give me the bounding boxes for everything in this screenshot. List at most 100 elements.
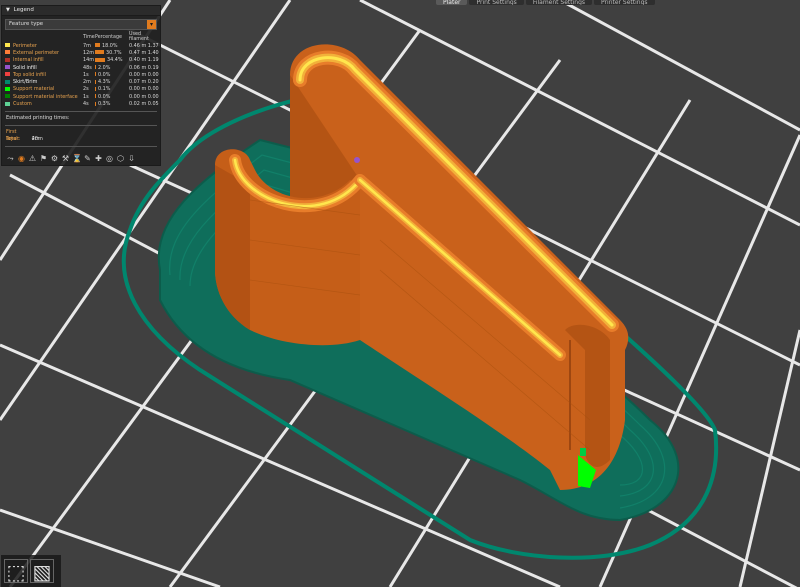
legend-row-percentage: 34.4% [95,57,129,64]
view-type-value: Feature type [9,21,44,27]
tab-printer-settings[interactable]: Printer Settings [594,0,655,5]
legend-row-name: Support material interface [5,93,83,100]
retractions-icon[interactable]: ⚠ [28,154,37,163]
percentage-value: 0.3% [98,101,111,108]
legend-row[interactable]: Solid infill 48s 2.0% 0.06 m 0.19 g [5,64,159,71]
legend-row[interactable]: Skirt/Brim 2m 4.3% 0.07 m 0.20 g [5,78,159,85]
filament-weight: 0.05 g [147,101,159,108]
color-swatch [5,72,10,77]
filament-length: 0.47 m [129,49,147,56]
legend-row-percentage: 0.1% [95,86,129,93]
legend-row-percentage: 30.7% [95,49,129,56]
legend-row-time: 14m [83,57,94,64]
deretractions-icon[interactable]: ⚑ [39,154,48,163]
percentage-value: 30.7% [106,49,122,56]
cube-solid-icon[interactable]: ▧ [30,559,54,584]
color-changes-icon[interactable]: ⌛ [72,154,82,163]
legend-row-name: Skirt/Brim [5,78,83,85]
tab-plater[interactable]: Plater [436,0,468,5]
feature-name: Support material [13,86,55,93]
pause-prints-icon[interactable]: ✎ [83,154,92,163]
filament-length: 0.00 m [129,86,147,93]
percentage-bar [95,94,96,99]
filament-weight: 0.20 g [147,79,159,86]
legend-row[interactable]: Perimeter 7m 18.0% 0.46 m 1.37 g [5,42,159,49]
color-swatch [5,43,10,48]
tab-print-settings[interactable]: Print Settings [469,0,524,5]
color-swatch [5,86,10,91]
filament-weight: 1.40 g [147,49,159,56]
legend-row-percentage: 4.3% [95,78,129,85]
percentage-bar [95,86,96,91]
custom-gcodes-icon[interactable]: ✚ [94,154,103,163]
legend-row-filament: 0.07 m 0.20 g [129,78,159,85]
tab-filament-settings[interactable]: Filament Settings [525,0,593,5]
legend-row-name: Perimeter [5,42,83,49]
filament-weight: 1.37 g [147,42,159,49]
legend-row[interactable]: Custom 4s 0.3% 0.02 m 0.05 g [5,100,159,107]
legend-row[interactable]: Top solid infill 1s 0.0% 0.00 m 0.00 g [5,71,159,78]
view-cube-panel: ⬚ ▧ [1,555,61,587]
legend-toolbar: ⤳ ◉ ⚠ ⚑ ⚙ ⚒ ⌛ ✎ ✚ ◎ ⬡ ⇩ [2,150,160,163]
feature-name: Support material interface [13,93,78,100]
legend-row-filament: 0.46 m 1.37 g [129,42,159,49]
legend-row-time: 12m [83,49,94,56]
percentage-value: 4.3% [98,79,111,86]
color-swatch [5,65,10,70]
legend-row-time: 1s [83,93,89,100]
shells-icon[interactable]: ⬡ [116,154,125,163]
tool-changes-icon[interactable]: ⚒ [61,154,70,163]
legend-row-percentage: 0.0% [95,93,129,100]
legend-row-time: 48s [83,64,92,71]
total-label: Total: [6,135,20,142]
center-of-gravity-icon[interactable]: ◎ [105,154,114,163]
estimated-times-label: Estimated printing times: [6,114,70,121]
wipe-icon[interactable]: ◉ [17,154,26,163]
dropdown-arrow-icon[interactable]: ▾ [147,20,156,29]
filament-length: 0.07 m [129,79,147,86]
percentage-bar [95,43,100,48]
legend-row-name: Custom [5,100,83,107]
legend-row-filament: 0.06 m 0.19 g [129,64,159,71]
legend-row-time: 1s [83,71,89,78]
legend-row-percentage: 18.0% [95,42,129,49]
percentage-value: 2.0% [98,64,111,71]
percentage-value: 0.0% [98,93,111,100]
collapse-triangle-icon[interactable]: ▼ [6,7,10,13]
legend-divider [5,124,157,126]
filament-weight: 1.19 g [147,57,159,64]
feature-name: Top solid infill [13,71,46,78]
color-swatch [5,79,10,84]
legend-row-percentage: 2.0% [95,64,129,71]
legend-title: Legend [13,7,34,13]
filament-length: 0.00 m [129,71,147,78]
percentage-bar [95,72,96,77]
feature-name: Custom [13,101,32,108]
feature-name: Solid infill [13,64,37,71]
cube-wire-icon[interactable]: ⬚ [4,559,28,584]
percentage-bar [95,65,96,70]
travel-icon[interactable]: ⤳ [6,154,15,163]
legend-row-time: 7m [83,42,91,49]
color-swatch [5,94,10,99]
tool-marker-icon[interactable]: ⇩ [127,154,136,163]
legend-row-filament: 0.00 m 0.00 g [129,71,159,78]
legend-row[interactable]: Support material interface 1s 0.0% 0.00 m 0… [5,93,159,100]
legend-row-name: Top solid infill [5,71,83,78]
legend-divider [5,110,157,112]
legend-divider [5,145,157,147]
percentage-bar [95,79,96,84]
legend-header[interactable]: ▼ Legend [2,6,160,16]
legend-row-time: 2s [83,86,89,93]
legend-row-name: External perimeter [5,49,83,56]
legend-row[interactable]: External perimeter 12m 30.7% 0.47 m 1.40 g [5,49,159,56]
legend-row[interactable]: Support material 2s 0.1% 0.00 m 0.00 g [5,86,159,93]
seams-icon[interactable]: ⚙ [50,154,59,163]
legend-row[interactable]: Internal infill 14m 34.4% 0.40 m 1.19 g [5,57,159,64]
color-swatch [5,50,10,55]
filament-length: 0.40 m [129,57,147,64]
legend-row-filament: 0.00 m 0.00 g [129,93,159,100]
percentage-bar [95,50,104,55]
filament-length: 0.06 m [129,64,147,71]
view-type-select[interactable]: Feature type ▾ [5,19,157,30]
